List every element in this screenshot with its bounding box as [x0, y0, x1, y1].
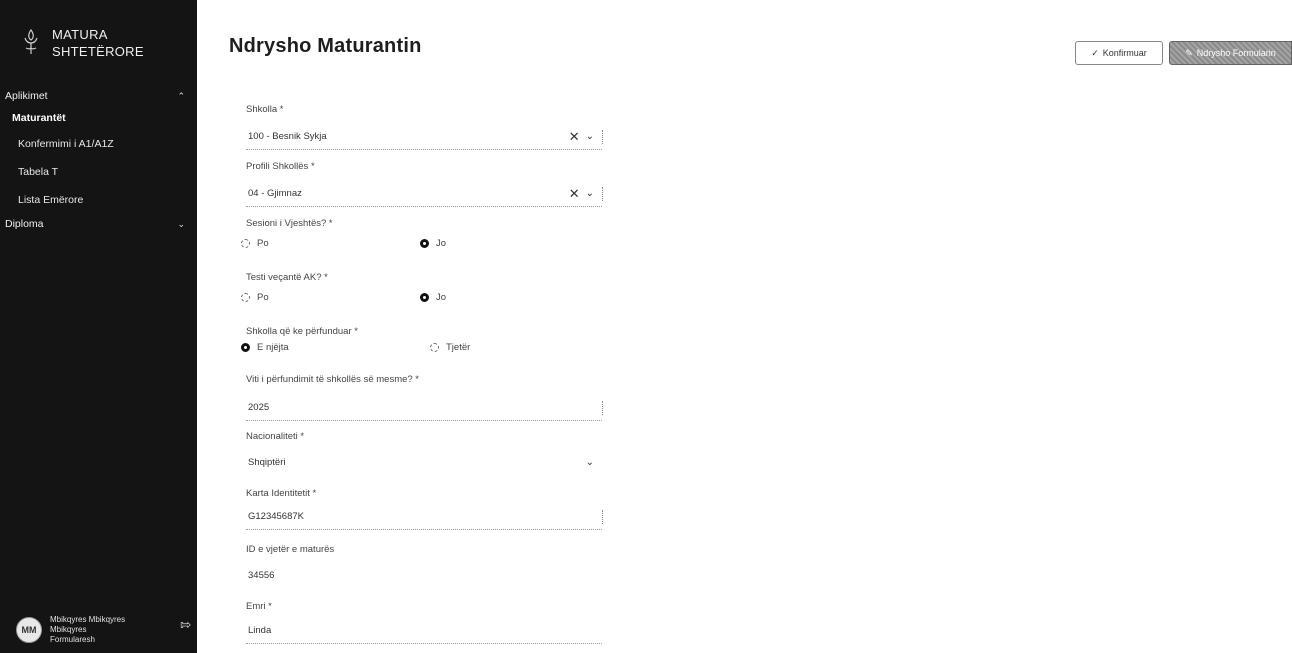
sidebar-item-label: Lista Emërore: [18, 194, 84, 206]
nav-group-label: Diploma: [5, 218, 44, 230]
edit-form-button-label: Ndrysho Formularin: [1196, 48, 1276, 58]
viti-label: Viti i përfundimit të shkollës së mesme?…: [246, 374, 420, 385]
shkolla-select[interactable]: 100 - Besnik Sykja ✕ ⌄: [246, 124, 603, 150]
radio-unchecked-icon: [241, 239, 250, 248]
confirm-button[interactable]: ✓ Konfirmuar: [1075, 41, 1163, 65]
user-profile[interactable]: MM Mbikqyres Mbikqyres Mbikqyres Formula…: [16, 612, 191, 648]
confirm-button-label: Konfirmuar: [1102, 48, 1147, 58]
radio-checked-icon: [420, 239, 429, 248]
sidebar-item-lista-emerore[interactable]: Lista Emërore: [0, 186, 197, 214]
radio-label: Jo: [436, 238, 447, 249]
nav-group-aplikimet[interactable]: Aplikimet ⌃: [0, 86, 197, 106]
check-icon: ✓: [1091, 47, 1099, 58]
nacionaliteti-label: Nacionaliteti *: [246, 431, 305, 442]
sidebar: MATURA SHTETËRORE Aplikimet ⌃ Maturantët…: [0, 0, 197, 653]
karta-value: G12345687K: [248, 511, 304, 522]
chevron-down-icon: ⌄: [177, 218, 185, 229]
sidebar-item-label: Tabela T: [18, 166, 59, 178]
clear-icon[interactable]: ✕: [569, 186, 580, 202]
field-edge: [602, 510, 603, 524]
sesioni-radio-po[interactable]: Po: [241, 238, 269, 249]
profili-select[interactable]: 04 - Gjimnaz ✕ ⌄: [246, 181, 603, 207]
user-info: Mbikqyres Mbikqyres Mbikqyres Formulares…: [50, 615, 172, 645]
radio-label: Jo: [436, 292, 447, 303]
nav-group-label: Aplikimet: [5, 90, 48, 102]
field-edge: [602, 187, 603, 201]
id-maturant-value: 34556: [248, 569, 275, 581]
shkolla-label: Shkolla *: [246, 104, 284, 115]
testi-radio-jo[interactable]: Jo: [420, 292, 446, 303]
avatar: MM: [16, 617, 42, 643]
sidebar-item-label: Konfermimi i A1/A1Z: [18, 138, 114, 150]
sidebar-item-konfermimi[interactable]: Konfermimi i A1/A1Z: [0, 130, 197, 158]
sidebar-nav: Aplikimet ⌃ Maturantët Konfermimi i A1/A…: [0, 86, 197, 234]
sidebar-item-tabela-t[interactable]: Tabela T: [0, 158, 197, 186]
nacionaliteti-value: Shqiptëri: [248, 456, 286, 468]
emri-value: Linda: [248, 625, 272, 636]
user-role: Mbikqyres: [50, 625, 87, 634]
sesioni-radio-jo[interactable]: Jo: [420, 238, 446, 249]
viti-value: 2025: [248, 402, 270, 413]
brand-text: MATURA SHTETËRORE: [52, 26, 144, 60]
user-sub: Formularesh: [50, 635, 95, 644]
id-maturant-label: ID e vjetër e maturës: [246, 544, 335, 555]
radio-label: Po: [257, 238, 269, 249]
brand[interactable]: MATURA SHTETËRORE: [20, 26, 144, 60]
radio-label: Po: [257, 292, 269, 303]
karta-input[interactable]: G12345687K: [246, 504, 603, 530]
emri-input[interactable]: Linda: [246, 618, 602, 644]
emri-label: Emri *: [246, 601, 272, 612]
chevron-down-icon[interactable]: ⌄: [586, 457, 594, 468]
radio-label: E njëjta: [257, 342, 289, 353]
radio-label: Tjetër: [446, 342, 471, 353]
chevron-down-icon[interactable]: ⌄: [586, 188, 594, 199]
logout-icon[interactable]: ⇰: [180, 617, 191, 633]
testi-label: Testi veçantë AK? *: [246, 272, 328, 283]
field-edge: [602, 130, 603, 144]
viti-input[interactable]: 2025: [246, 395, 603, 421]
shkolla-radio-njejta[interactable]: E njëjta: [241, 342, 289, 353]
radio-unchecked-icon: [430, 343, 439, 352]
chevron-up-icon: ⌃: [177, 90, 185, 101]
radio-checked-icon: [420, 293, 429, 302]
radio-unchecked-icon: [241, 293, 250, 302]
shkolla-perfunduar-label: Shkolla që ke përfunduar *: [246, 326, 358, 337]
chevron-down-icon[interactable]: ⌄: [586, 131, 594, 142]
clear-icon[interactable]: ✕: [569, 129, 580, 145]
pencil-icon: ✎: [1185, 47, 1193, 58]
shkolla-radio-tjeter[interactable]: Tjetër: [430, 342, 470, 353]
profili-value: 04 - Gjimnaz: [248, 188, 302, 199]
radio-checked-icon: [241, 343, 250, 352]
nav-group-diploma[interactable]: Diploma ⌄: [0, 214, 197, 234]
id-maturant-input[interactable]: 34556: [246, 562, 602, 588]
field-edge: [602, 401, 603, 415]
brand-line-2: SHTETËRORE: [52, 44, 144, 59]
edit-form-button[interactable]: ✎ Ndrysho Formularin: [1169, 41, 1292, 65]
karta-label: Karta Identitetit *: [246, 488, 317, 499]
brand-logo-icon: [24, 28, 38, 54]
shkolla-value: 100 - Besnik Sykja: [248, 131, 327, 142]
nacionaliteti-select[interactable]: Shqiptëri ⌄: [246, 449, 602, 475]
user-name: Mbikqyres Mbikqyres: [50, 615, 126, 624]
brand-line-1: MATURA: [52, 27, 108, 42]
testi-radio-po[interactable]: Po: [241, 292, 269, 303]
page-title: Ndrysho Maturantin: [229, 35, 422, 57]
sidebar-item-label: Maturantët: [12, 112, 66, 124]
sesioni-label: Sesioni i Vjeshtës? *: [246, 218, 333, 229]
profili-label: Profili Shkollës *: [246, 161, 315, 172]
sidebar-item-maturantet[interactable]: Maturantët: [0, 106, 197, 130]
